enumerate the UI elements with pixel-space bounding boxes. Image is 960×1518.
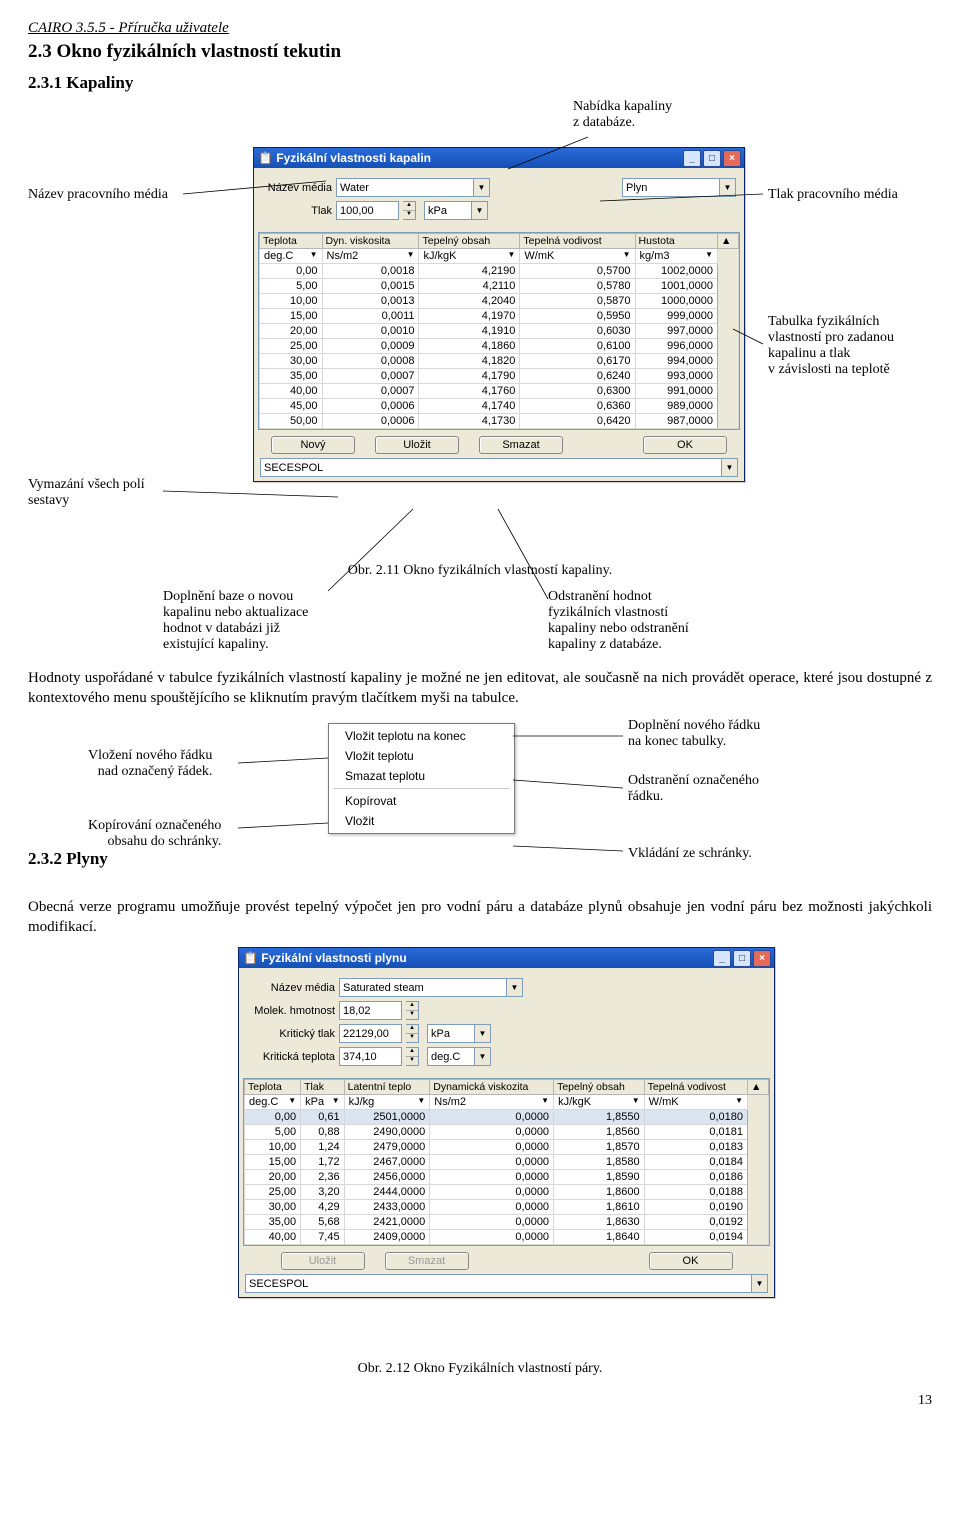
molek-input[interactable]: 18,02	[339, 1001, 402, 1020]
callout-nabidka: Nabídka kapaliny z databáze.	[573, 99, 672, 131]
titlebar-2[interactable]: 📋 Fyzikální vlastnosti plynu _ □ ×	[239, 948, 774, 968]
callout-vkladani: Vkládání ze schránky.	[628, 846, 752, 862]
menu-paste[interactable]: Vložit	[329, 811, 514, 831]
body-paragraph-2: Obecná verze programu umožňuje provést t…	[28, 898, 932, 937]
ok-button[interactable]: OK	[643, 436, 727, 454]
krit-tep-input[interactable]: 374,10	[339, 1047, 402, 1066]
minimize-icon[interactable]: _	[713, 950, 731, 967]
page-header: CAIRO 3.5.5 - Příručka uživatele	[28, 20, 932, 37]
maximize-icon[interactable]: □	[733, 950, 751, 967]
window-title-2: Fyzikální vlastnosti plynu	[261, 951, 406, 965]
save-button[interactable]: Uložit	[375, 436, 459, 454]
tlak-input[interactable]: 100,00	[336, 201, 399, 220]
body-paragraph-1: Hodnoty uspořádané v tabulce fyzikálních…	[28, 669, 932, 708]
new-button[interactable]: Nový	[271, 436, 355, 454]
title-icon: 📋 Fyzikální vlastnosti kapalin	[258, 151, 431, 165]
krit-tlak-spin[interactable]: ▲▼	[406, 1024, 419, 1043]
status-combo[interactable]: SECESPOL▼	[260, 458, 738, 477]
delete-button[interactable]: Smazat	[479, 436, 563, 454]
figure-caption-1: Obr. 2.11 Okno fyzikálních vlastností ka…	[28, 563, 932, 579]
ok-button-2[interactable]: OK	[649, 1252, 733, 1270]
krit-tep-spin[interactable]: ▲▼	[406, 1047, 419, 1066]
subsection-2-title: 2.3.2 Plyny	[28, 849, 108, 869]
menu-delete[interactable]: Smazat teplotu	[329, 766, 514, 786]
callout-odstraneni: Odstranění hodnot fyzikálních vlastností…	[548, 589, 689, 653]
label-tlak: Tlak	[262, 205, 332, 217]
save-button-2: Uložit	[281, 1252, 365, 1270]
subsection-title: 2.3.1 Kapaliny	[28, 73, 932, 93]
label-molek: Molek. hmotnost	[247, 1005, 335, 1017]
title-icon-2: 📋 Fyzikální vlastnosti plynu	[243, 951, 407, 965]
figure-caption-2: Obr. 2.12 Okno Fyzikálních vlastností pá…	[28, 1361, 932, 1377]
label-krit-tlak: Kritický tlak	[247, 1028, 335, 1040]
label-nazev-2: Název média	[247, 982, 335, 994]
krit-tlak-input[interactable]: 22129,00	[339, 1024, 402, 1043]
minimize-icon[interactable]: _	[683, 150, 701, 167]
callout-vymazani: Vymazání všech polí sestavy	[28, 477, 145, 509]
context-menu: Vložit teplotu na konec Vložit teplotu S…	[328, 723, 515, 834]
window-gas-properties: 📋 Fyzikální vlastnosti plynu _ □ × Název…	[238, 947, 775, 1298]
callout-tabulka: Tabulka fyzikálních vlastností pro zadan…	[768, 314, 894, 378]
molek-spin[interactable]: ▲▼	[406, 1001, 419, 1020]
tlak-unit-combo[interactable]: kPa▼	[424, 201, 488, 220]
titlebar[interactable]: 📋 Fyzikální vlastnosti kapalin _ □ ×	[254, 148, 744, 168]
media-name-combo-2[interactable]: Saturated steam▼	[339, 978, 523, 997]
menu-insert[interactable]: Vložit teplotu	[329, 746, 514, 766]
delete-button-2: Smazat	[385, 1252, 469, 1270]
callout-doplneni: Doplnění baze o novou kapalinu nebo aktu…	[163, 589, 308, 653]
label-krit-tep: Kritická teplota	[247, 1051, 335, 1063]
callout-vlozeni: Vložení nového řádku nad označený řádek.	[88, 748, 212, 780]
callout-nazev: Název pracovního média	[28, 187, 168, 203]
properties-table-2[interactable]: TeplotaTlakLatentní teploDynamická visko…	[243, 1078, 770, 1246]
tlak-spin[interactable]: ▲▼	[403, 201, 416, 220]
status-combo-2[interactable]: SECESPOL▼	[245, 1274, 768, 1293]
krit-tlak-unit[interactable]: kPa▼	[427, 1024, 491, 1043]
menu-insert-end[interactable]: Vložit teplotu na konec	[329, 726, 514, 746]
section-title: 2.3 Okno fyzikálních vlastností tekutin	[28, 41, 932, 63]
media-name-combo[interactable]: Water▼	[336, 178, 490, 197]
page-number: 13	[28, 1393, 932, 1409]
callout-odstraneni2: Odstranění označeného řádku.	[628, 773, 759, 805]
properties-table[interactable]: TeplotaDyn. viskositaTepelný obsahTepeln…	[258, 232, 740, 430]
menu-copy[interactable]: Kopírovat	[329, 791, 514, 811]
label-nazev: Název média	[262, 182, 332, 194]
callout-doplneni2: Doplnění nového řádku na konec tabulky.	[628, 718, 760, 750]
maximize-icon[interactable]: □	[703, 150, 721, 167]
krit-tep-unit[interactable]: deg.C▼	[427, 1047, 491, 1066]
callout-tlak: Tlak pracovního média	[768, 187, 898, 203]
close-icon[interactable]: ×	[753, 950, 771, 967]
window-title: Fyzikální vlastnosti kapalin	[276, 151, 431, 165]
callout-kopirovani: Kopírování označeného obsahu do schránky…	[88, 818, 221, 850]
close-icon[interactable]: ×	[723, 150, 741, 167]
window-liquid-properties: 📋 Fyzikální vlastnosti kapalin _ □ × Náz…	[253, 147, 745, 482]
plyn-combo[interactable]: Plyn▼	[622, 178, 736, 197]
